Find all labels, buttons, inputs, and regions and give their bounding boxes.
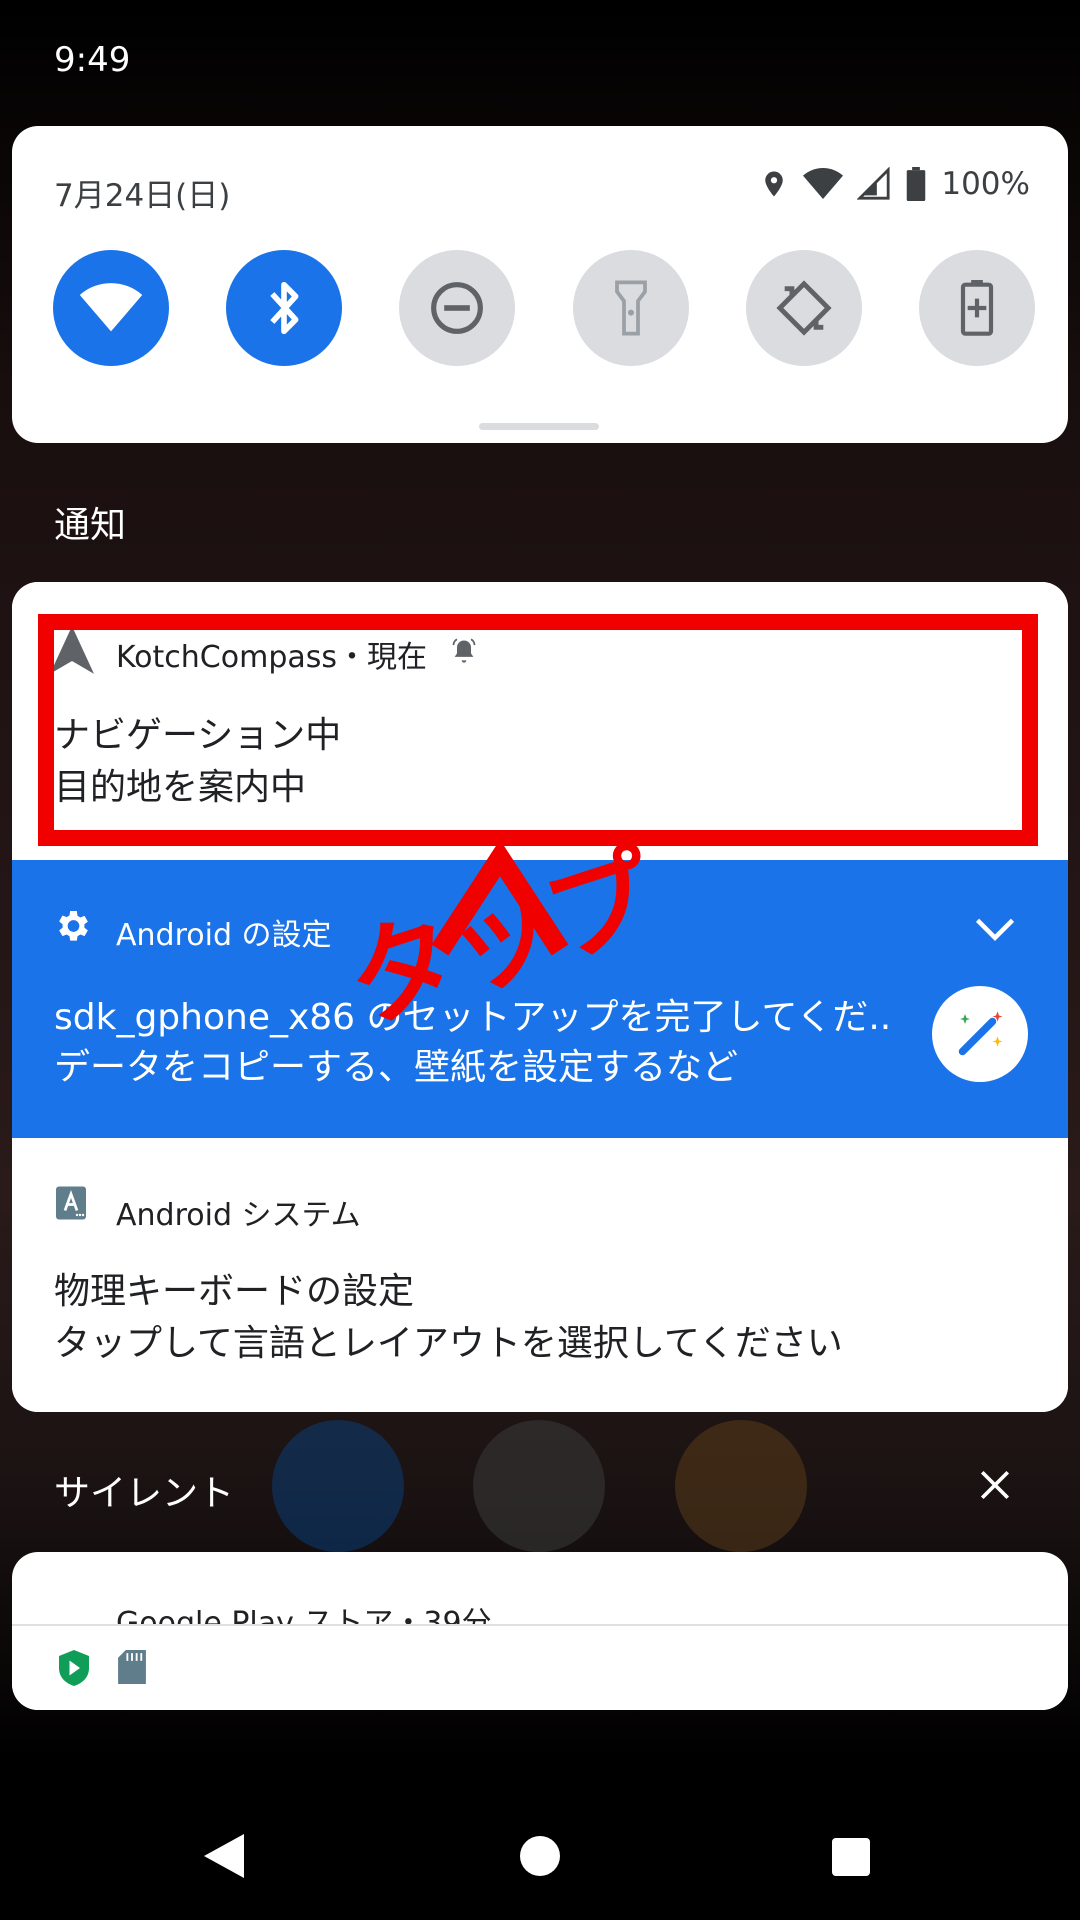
location-icon	[765, 171, 784, 197]
notification-android-system[interactable]: Android システム 物理キーボードの設定 タップして言語とレイアウトを選択…	[12, 1138, 1068, 1412]
date-label[interactable]: 7月24日(日)	[54, 170, 230, 215]
auto-rotate-icon	[776, 280, 832, 336]
notification-text: タップして言語とレイアウトを選択してください	[54, 1323, 843, 1364]
recents-icon[interactable]	[832, 1838, 870, 1876]
gear-icon	[59, 911, 88, 941]
drag-handle[interactable]	[479, 423, 599, 430]
keyboard-language-icon	[56, 1186, 86, 1220]
do-not-disturb-icon	[431, 282, 484, 334]
notification-app-name: Android の設定	[116, 918, 332, 953]
home-icon[interactable]	[520, 1836, 560, 1876]
battery-saver-icon	[960, 280, 994, 336]
back-icon[interactable]	[204, 1834, 244, 1878]
status-icons: 100%	[759, 166, 1030, 202]
notifications-header: 通知	[54, 505, 127, 546]
status-time: 9:49	[54, 40, 131, 80]
chevron-down-icon[interactable]	[974, 916, 1016, 942]
wifi-signal-icon	[803, 168, 844, 199]
overflow-shelf	[12, 1626, 1068, 1710]
quick-settings-panel: 7月24日(日) 100%	[12, 126, 1068, 443]
flashlight-icon	[614, 280, 647, 336]
notification-google-play[interactable]: Google Play ストア・39分	[12, 1552, 1068, 1710]
wifi-icon	[79, 283, 143, 332]
do-not-disturb-tile[interactable]	[399, 250, 516, 366]
magic-wand-icon	[958, 1011, 1003, 1056]
messages-app-icon	[272, 1420, 404, 1552]
setup-wizard-icon	[932, 986, 1028, 1082]
sd-card-icon	[118, 1650, 146, 1684]
tap-highlight-box	[38, 614, 1038, 846]
bluetooth-icon	[270, 281, 299, 335]
flashlight-tile[interactable]	[572, 250, 689, 366]
quick-tiles	[53, 250, 1035, 366]
notification-app-name: Android システム	[116, 1198, 361, 1233]
play-protect-icon	[59, 1650, 89, 1686]
battery-saver-tile[interactable]	[918, 250, 1035, 366]
battery-percent: 100%	[941, 166, 1030, 202]
notification-title: 物理キーボードの設定	[54, 1271, 415, 1312]
auto-rotate-tile[interactable]	[745, 250, 862, 366]
navigation-bar	[0, 1780, 1080, 1920]
play-store-app-icon	[473, 1420, 605, 1552]
cellular-signal-icon	[857, 167, 890, 200]
divider	[12, 1624, 1068, 1626]
wifi-tile[interactable]	[53, 250, 169, 366]
chrome-app-icon	[675, 1420, 807, 1552]
close-icon[interactable]	[978, 1468, 1012, 1502]
bluetooth-tile[interactable]	[226, 250, 343, 366]
silent-header: サイレント	[54, 1473, 235, 1514]
battery-icon	[907, 167, 926, 201]
